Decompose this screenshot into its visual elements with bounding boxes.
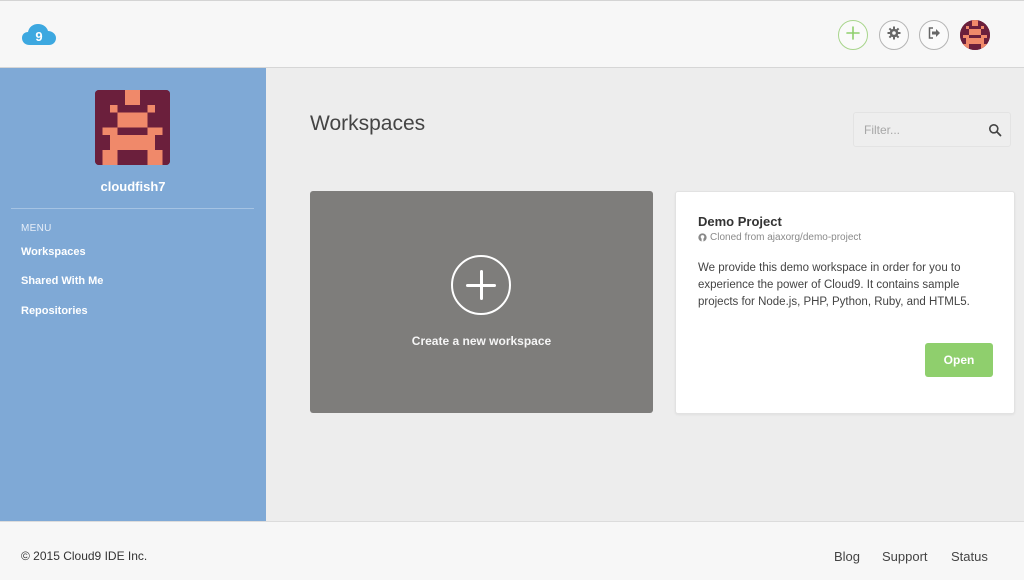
plus-circle-icon xyxy=(451,255,511,315)
footer-link-support[interactable]: Support xyxy=(882,549,928,564)
plus-icon xyxy=(846,25,860,45)
filter-box xyxy=(853,112,1011,147)
sidebar: cloudfish7 MENU Workspaces Shared With M… xyxy=(0,68,266,521)
demo-project-card: Demo Project Cloned from ajaxorg/demo-pr… xyxy=(675,191,1015,414)
workspace-source: Cloned from ajaxorg/demo-project xyxy=(698,232,861,243)
page-title: Workspaces xyxy=(310,112,426,135)
search-icon[interactable] xyxy=(988,123,1002,137)
github-icon xyxy=(698,233,707,242)
footer-link-status[interactable]: Status xyxy=(951,549,988,564)
workspace-description: We provide this demo workspace in order … xyxy=(698,262,970,308)
sidebar-divider xyxy=(11,208,254,209)
sidebar-item-workspaces[interactable]: Workspaces xyxy=(21,246,86,258)
sidebar-item-shared-with-me[interactable]: Shared With Me xyxy=(21,275,103,287)
settings-button[interactable] xyxy=(879,20,909,50)
footer-link-blog[interactable]: Blog xyxy=(834,549,860,564)
workspace-source-text: Cloned from ajaxorg/demo-project xyxy=(710,232,862,243)
sign-out-icon xyxy=(927,26,941,45)
open-button[interactable]: Open xyxy=(925,343,993,377)
filter-input[interactable] xyxy=(864,121,984,139)
copyright: © 2015 Cloud9 IDE Inc. xyxy=(21,549,148,563)
create-workspace-label: Create a new workspace xyxy=(411,334,552,348)
gear-icon xyxy=(887,26,901,45)
profile-avatar xyxy=(95,90,170,165)
username: cloudfish7 xyxy=(100,179,166,194)
create-workspace-card[interactable]: Create a new workspace xyxy=(310,191,653,413)
footer: © 2015 Cloud9 IDE Inc. Blog Support Stat… xyxy=(0,521,1024,580)
workspace-title: Demo Project xyxy=(698,214,782,229)
cloud9-logo[interactable]: 9 xyxy=(21,21,57,49)
menu-heading: MENU xyxy=(21,223,52,234)
logo-text: 9 xyxy=(35,29,42,44)
user-avatar-button[interactable] xyxy=(960,20,990,50)
top-bar: 9 xyxy=(0,0,1024,68)
sidebar-item-repositories[interactable]: Repositories xyxy=(21,305,88,317)
sign-out-button[interactable] xyxy=(919,20,949,50)
create-workspace-button[interactable] xyxy=(838,20,868,50)
